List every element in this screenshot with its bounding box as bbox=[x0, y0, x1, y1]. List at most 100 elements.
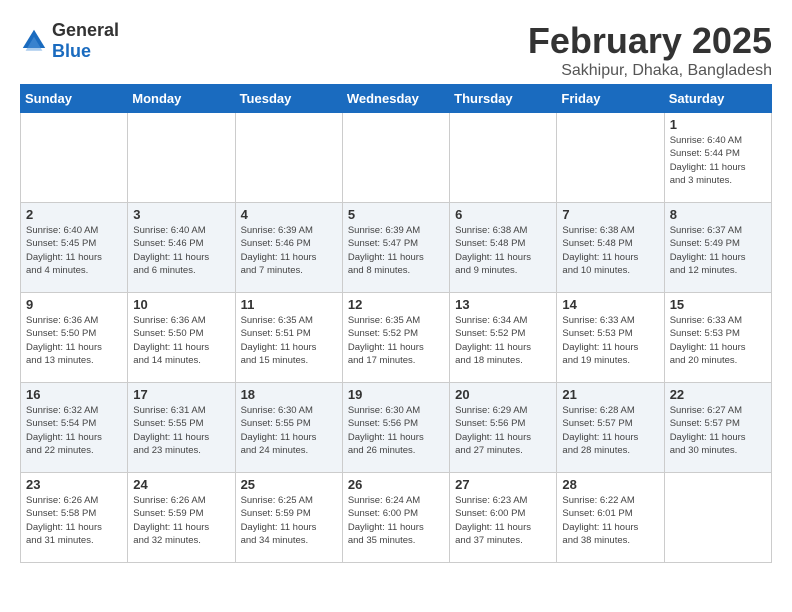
day-info: Sunrise: 6:25 AM Sunset: 5:59 PM Dayligh… bbox=[241, 494, 337, 547]
calendar-table: SundayMondayTuesdayWednesdayThursdayFrid… bbox=[20, 84, 772, 563]
location-title: Sakhipur, Dhaka, Bangladesh bbox=[528, 62, 772, 80]
day-info: Sunrise: 6:26 AM Sunset: 5:58 PM Dayligh… bbox=[26, 494, 122, 547]
weekday-header-monday: Monday bbox=[128, 85, 235, 113]
day-info: Sunrise: 6:40 AM Sunset: 5:46 PM Dayligh… bbox=[133, 224, 229, 277]
day-info: Sunrise: 6:22 AM Sunset: 6:01 PM Dayligh… bbox=[562, 494, 658, 547]
calendar-cell: 25 Sunrise: 6:25 AM Sunset: 5:59 PM Dayli… bbox=[235, 473, 342, 563]
calendar-cell: 16 Sunrise: 6:32 AM Sunset: 5:54 PM Dayli… bbox=[21, 383, 128, 473]
day-number: 9 bbox=[26, 297, 122, 312]
day-number: 25 bbox=[241, 477, 337, 492]
day-number: 7 bbox=[562, 207, 658, 222]
day-info: Sunrise: 6:24 AM Sunset: 6:00 PM Dayligh… bbox=[348, 494, 444, 547]
day-number: 16 bbox=[26, 387, 122, 402]
title-block: February 2025 Sakhipur, Dhaka, Banglades… bbox=[528, 20, 772, 80]
day-number: 23 bbox=[26, 477, 122, 492]
logo-text: General Blue bbox=[52, 20, 119, 62]
calendar-week-row: 23 Sunrise: 6:26 AM Sunset: 5:58 PM Dayli… bbox=[21, 473, 772, 563]
calendar-cell: 5 Sunrise: 6:39 AM Sunset: 5:47 PM Daylig… bbox=[342, 203, 449, 293]
calendar-cell bbox=[450, 113, 557, 203]
weekday-header-sunday: Sunday bbox=[21, 85, 128, 113]
day-number: 8 bbox=[670, 207, 766, 222]
day-number: 22 bbox=[670, 387, 766, 402]
day-info: Sunrise: 6:33 AM Sunset: 5:53 PM Dayligh… bbox=[562, 314, 658, 367]
day-number: 17 bbox=[133, 387, 229, 402]
calendar-cell: 4 Sunrise: 6:39 AM Sunset: 5:46 PM Daylig… bbox=[235, 203, 342, 293]
day-info: Sunrise: 6:39 AM Sunset: 5:47 PM Dayligh… bbox=[348, 224, 444, 277]
day-number: 11 bbox=[241, 297, 337, 312]
calendar-header-row: SundayMondayTuesdayWednesdayThursdayFrid… bbox=[21, 85, 772, 113]
day-number: 13 bbox=[455, 297, 551, 312]
day-number: 1 bbox=[670, 117, 766, 132]
calendar-cell: 8 Sunrise: 6:37 AM Sunset: 5:49 PM Daylig… bbox=[664, 203, 771, 293]
calendar-cell: 20 Sunrise: 6:29 AM Sunset: 5:56 PM Dayli… bbox=[450, 383, 557, 473]
calendar-cell: 24 Sunrise: 6:26 AM Sunset: 5:59 PM Dayli… bbox=[128, 473, 235, 563]
day-number: 18 bbox=[241, 387, 337, 402]
day-info: Sunrise: 6:26 AM Sunset: 5:59 PM Dayligh… bbox=[133, 494, 229, 547]
day-info: Sunrise: 6:23 AM Sunset: 6:00 PM Dayligh… bbox=[455, 494, 551, 547]
calendar-cell: 15 Sunrise: 6:33 AM Sunset: 5:53 PM Dayli… bbox=[664, 293, 771, 383]
day-info: Sunrise: 6:30 AM Sunset: 5:56 PM Dayligh… bbox=[348, 404, 444, 457]
day-number: 27 bbox=[455, 477, 551, 492]
calendar-week-row: 9 Sunrise: 6:36 AM Sunset: 5:50 PM Daylig… bbox=[21, 293, 772, 383]
day-info: Sunrise: 6:27 AM Sunset: 5:57 PM Dayligh… bbox=[670, 404, 766, 457]
calendar-cell: 1Sunrise: 6:40 AM Sunset: 5:44 PM Daylig… bbox=[664, 113, 771, 203]
calendar-cell bbox=[21, 113, 128, 203]
day-number: 4 bbox=[241, 207, 337, 222]
calendar-cell: 13 Sunrise: 6:34 AM Sunset: 5:52 PM Dayli… bbox=[450, 293, 557, 383]
calendar-cell: 18Sunrise: 6:30 AM Sunset: 5:55 PM Dayli… bbox=[235, 383, 342, 473]
calendar-cell: 11 Sunrise: 6:35 AM Sunset: 5:51 PM Dayli… bbox=[235, 293, 342, 383]
day-info: Sunrise: 6:39 AM Sunset: 5:46 PM Dayligh… bbox=[241, 224, 337, 277]
calendar-week-row: 1Sunrise: 6:40 AM Sunset: 5:44 PM Daylig… bbox=[21, 113, 772, 203]
day-info: Sunrise: 6:37 AM Sunset: 5:49 PM Dayligh… bbox=[670, 224, 766, 277]
day-number: 12 bbox=[348, 297, 444, 312]
calendar-cell: 10 Sunrise: 6:36 AM Sunset: 5:50 PM Dayli… bbox=[128, 293, 235, 383]
day-number: 15 bbox=[670, 297, 766, 312]
page-header: General Blue February 2025 Sakhipur, Dha… bbox=[20, 20, 772, 80]
weekday-header-wednesday: Wednesday bbox=[342, 85, 449, 113]
logo-general: General bbox=[52, 20, 119, 40]
calendar-cell bbox=[664, 473, 771, 563]
day-info: Sunrise: 6:40 AM Sunset: 5:45 PM Dayligh… bbox=[26, 224, 122, 277]
calendar-cell bbox=[128, 113, 235, 203]
day-info: Sunrise: 6:36 AM Sunset: 5:50 PM Dayligh… bbox=[26, 314, 122, 367]
day-info: Sunrise: 6:35 AM Sunset: 5:52 PM Dayligh… bbox=[348, 314, 444, 367]
day-number: 5 bbox=[348, 207, 444, 222]
calendar-week-row: 2 Sunrise: 6:40 AM Sunset: 5:45 PM Daylig… bbox=[21, 203, 772, 293]
calendar-cell: 9 Sunrise: 6:36 AM Sunset: 5:50 PM Daylig… bbox=[21, 293, 128, 383]
day-info: Sunrise: 6:36 AM Sunset: 5:50 PM Dayligh… bbox=[133, 314, 229, 367]
calendar-cell: 7 Sunrise: 6:38 AM Sunset: 5:48 PM Daylig… bbox=[557, 203, 664, 293]
logo-icon bbox=[20, 27, 48, 55]
day-number: 28 bbox=[562, 477, 658, 492]
calendar-cell: 12 Sunrise: 6:35 AM Sunset: 5:52 PM Dayli… bbox=[342, 293, 449, 383]
day-info: Sunrise: 6:33 AM Sunset: 5:53 PM Dayligh… bbox=[670, 314, 766, 367]
calendar-cell: 19 Sunrise: 6:30 AM Sunset: 5:56 PM Dayli… bbox=[342, 383, 449, 473]
calendar-week-row: 16 Sunrise: 6:32 AM Sunset: 5:54 PM Dayli… bbox=[21, 383, 772, 473]
day-number: 21 bbox=[562, 387, 658, 402]
weekday-header-tuesday: Tuesday bbox=[235, 85, 342, 113]
day-number: 6 bbox=[455, 207, 551, 222]
calendar-cell: 6 Sunrise: 6:38 AM Sunset: 5:48 PM Daylig… bbox=[450, 203, 557, 293]
calendar-cell: 28 Sunrise: 6:22 AM Sunset: 6:01 PM Dayli… bbox=[557, 473, 664, 563]
calendar-cell: 14Sunrise: 6:33 AM Sunset: 5:53 PM Dayli… bbox=[557, 293, 664, 383]
day-number: 26 bbox=[348, 477, 444, 492]
day-number: 19 bbox=[348, 387, 444, 402]
day-number: 20 bbox=[455, 387, 551, 402]
logo-blue: Blue bbox=[52, 41, 91, 61]
day-info: Sunrise: 6:32 AM Sunset: 5:54 PM Dayligh… bbox=[26, 404, 122, 457]
day-number: 2 bbox=[26, 207, 122, 222]
day-number: 10 bbox=[133, 297, 229, 312]
calendar-cell: 21Sunrise: 6:28 AM Sunset: 5:57 PM Dayli… bbox=[557, 383, 664, 473]
day-number: 24 bbox=[133, 477, 229, 492]
calendar-cell: 23 Sunrise: 6:26 AM Sunset: 5:58 PM Dayli… bbox=[21, 473, 128, 563]
weekday-header-saturday: Saturday bbox=[664, 85, 771, 113]
day-info: Sunrise: 6:29 AM Sunset: 5:56 PM Dayligh… bbox=[455, 404, 551, 457]
day-info: Sunrise: 6:35 AM Sunset: 5:51 PM Dayligh… bbox=[241, 314, 337, 367]
day-info: Sunrise: 6:38 AM Sunset: 5:48 PM Dayligh… bbox=[562, 224, 658, 277]
day-info: Sunrise: 6:31 AM Sunset: 5:55 PM Dayligh… bbox=[133, 404, 229, 457]
day-info: Sunrise: 6:34 AM Sunset: 5:52 PM Dayligh… bbox=[455, 314, 551, 367]
day-info: Sunrise: 6:38 AM Sunset: 5:48 PM Dayligh… bbox=[455, 224, 551, 277]
calendar-cell bbox=[235, 113, 342, 203]
logo: General Blue bbox=[20, 20, 119, 62]
calendar-cell bbox=[342, 113, 449, 203]
calendar-cell: 26 Sunrise: 6:24 AM Sunset: 6:00 PM Dayli… bbox=[342, 473, 449, 563]
